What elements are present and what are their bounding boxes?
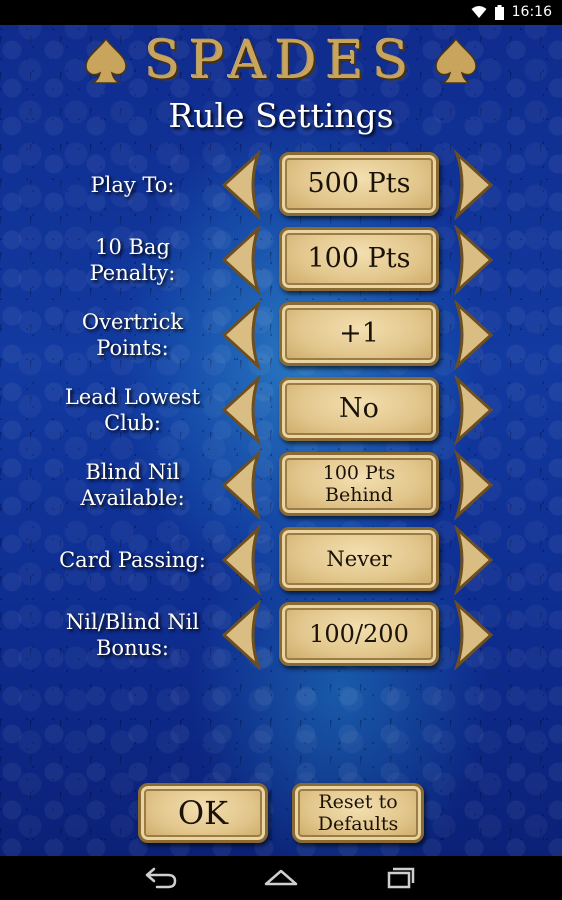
- app-title: SPADES: [144, 31, 418, 91]
- title-row: SPADES: [0, 30, 562, 92]
- nav-home-button[interactable]: [261, 864, 301, 892]
- setting-value: No: [339, 393, 379, 424]
- setting-value-button[interactable]: 100/200: [279, 602, 439, 666]
- setting-value: 100/200: [309, 620, 409, 648]
- setting-row-nil-bonus: Nil/Blind Nil Bonus: 100/200: [0, 600, 562, 670]
- setting-value-button[interactable]: 500 Pts: [279, 152, 439, 216]
- right-arrow-icon: [454, 375, 494, 445]
- setting-value: +1: [339, 318, 379, 349]
- decrement-button[interactable]: [218, 450, 264, 520]
- setting-value: Never: [326, 547, 392, 571]
- decrement-button[interactable]: [218, 150, 264, 220]
- setting-value-button[interactable]: +1: [279, 302, 439, 366]
- setting-value-button[interactable]: 100 Pts: [279, 227, 439, 291]
- nav-recents-button[interactable]: [381, 864, 421, 892]
- increment-button[interactable]: [451, 450, 497, 520]
- wifi-icon: [471, 6, 487, 18]
- spade-icon: [435, 37, 478, 84]
- setting-value: 100 Pts Behind: [322, 462, 396, 506]
- left-arrow-icon: [221, 600, 261, 670]
- setting-value-button[interactable]: No: [279, 377, 439, 441]
- spade-icon: [84, 37, 127, 84]
- home-icon: [264, 869, 298, 886]
- recents-icon: [387, 867, 415, 889]
- right-arrow-icon: [454, 525, 494, 595]
- right-arrow-icon: [454, 150, 494, 220]
- setting-row-blind-nil: Blind Nil Available: 100 Pts Behind: [0, 450, 562, 520]
- left-arrow-icon: [221, 525, 261, 595]
- back-icon: [145, 867, 177, 889]
- right-arrow-icon: [454, 600, 494, 670]
- increment-button[interactable]: [451, 225, 497, 295]
- screen-title: Rule Settings: [168, 96, 394, 135]
- decrement-button[interactable]: [218, 225, 264, 295]
- setting-value-button[interactable]: Never: [279, 527, 439, 591]
- setting-label: Lead Lowest Club:: [64, 385, 201, 435]
- status-time: 16:16: [511, 4, 552, 20]
- right-arrow-icon: [454, 450, 494, 520]
- setting-row-bag-penalty: 10 Bag Penalty: 100 Pts: [0, 225, 562, 295]
- status-bar: 16:16: [0, 0, 562, 25]
- setting-label: Nil/Blind Nil Bonus:: [65, 610, 200, 660]
- increment-button[interactable]: [451, 150, 497, 220]
- setting-label: Blind Nil Available:: [80, 460, 185, 510]
- decrement-button[interactable]: [218, 525, 264, 595]
- increment-button[interactable]: [451, 600, 497, 670]
- increment-button[interactable]: [451, 300, 497, 370]
- left-arrow-icon: [221, 450, 261, 520]
- status-icons: 16:16: [471, 3, 552, 21]
- right-arrow-icon: [454, 300, 494, 370]
- battery-icon: [494, 4, 504, 20]
- setting-value-button[interactable]: 100 Pts Behind: [279, 452, 439, 516]
- left-arrow-icon: [221, 225, 261, 295]
- left-arrow-icon: [221, 375, 261, 445]
- setting-value: 100 Pts: [307, 243, 411, 274]
- setting-label: Overtrick Points:: [81, 310, 184, 360]
- right-arrow-icon: [454, 225, 494, 295]
- ok-button[interactable]: OK: [138, 783, 268, 843]
- setting-row-play-to: Play To: 500 Pts: [0, 150, 562, 220]
- decrement-button[interactable]: [218, 300, 264, 370]
- increment-button[interactable]: [451, 525, 497, 595]
- nav-back-button[interactable]: [141, 864, 181, 892]
- decrement-button[interactable]: [218, 600, 264, 670]
- setting-row-overtrick-points: Overtrick Points: +1: [0, 300, 562, 370]
- setting-label: Play To:: [90, 173, 175, 197]
- setting-label: Card Passing:: [59, 548, 206, 572]
- navigation-bar: [0, 856, 562, 900]
- setting-value: 500 Pts: [307, 168, 411, 199]
- decrement-button[interactable]: [218, 375, 264, 445]
- setting-label: 10 Bag Penalty:: [89, 235, 176, 285]
- left-arrow-icon: [221, 300, 261, 370]
- setting-row-card-passing: Card Passing: Never: [0, 525, 562, 595]
- reset-defaults-button[interactable]: Reset to Defaults: [292, 783, 424, 843]
- setting-row-lead-lowest-club: Lead Lowest Club: No: [0, 375, 562, 445]
- increment-button[interactable]: [451, 375, 497, 445]
- left-arrow-icon: [221, 150, 261, 220]
